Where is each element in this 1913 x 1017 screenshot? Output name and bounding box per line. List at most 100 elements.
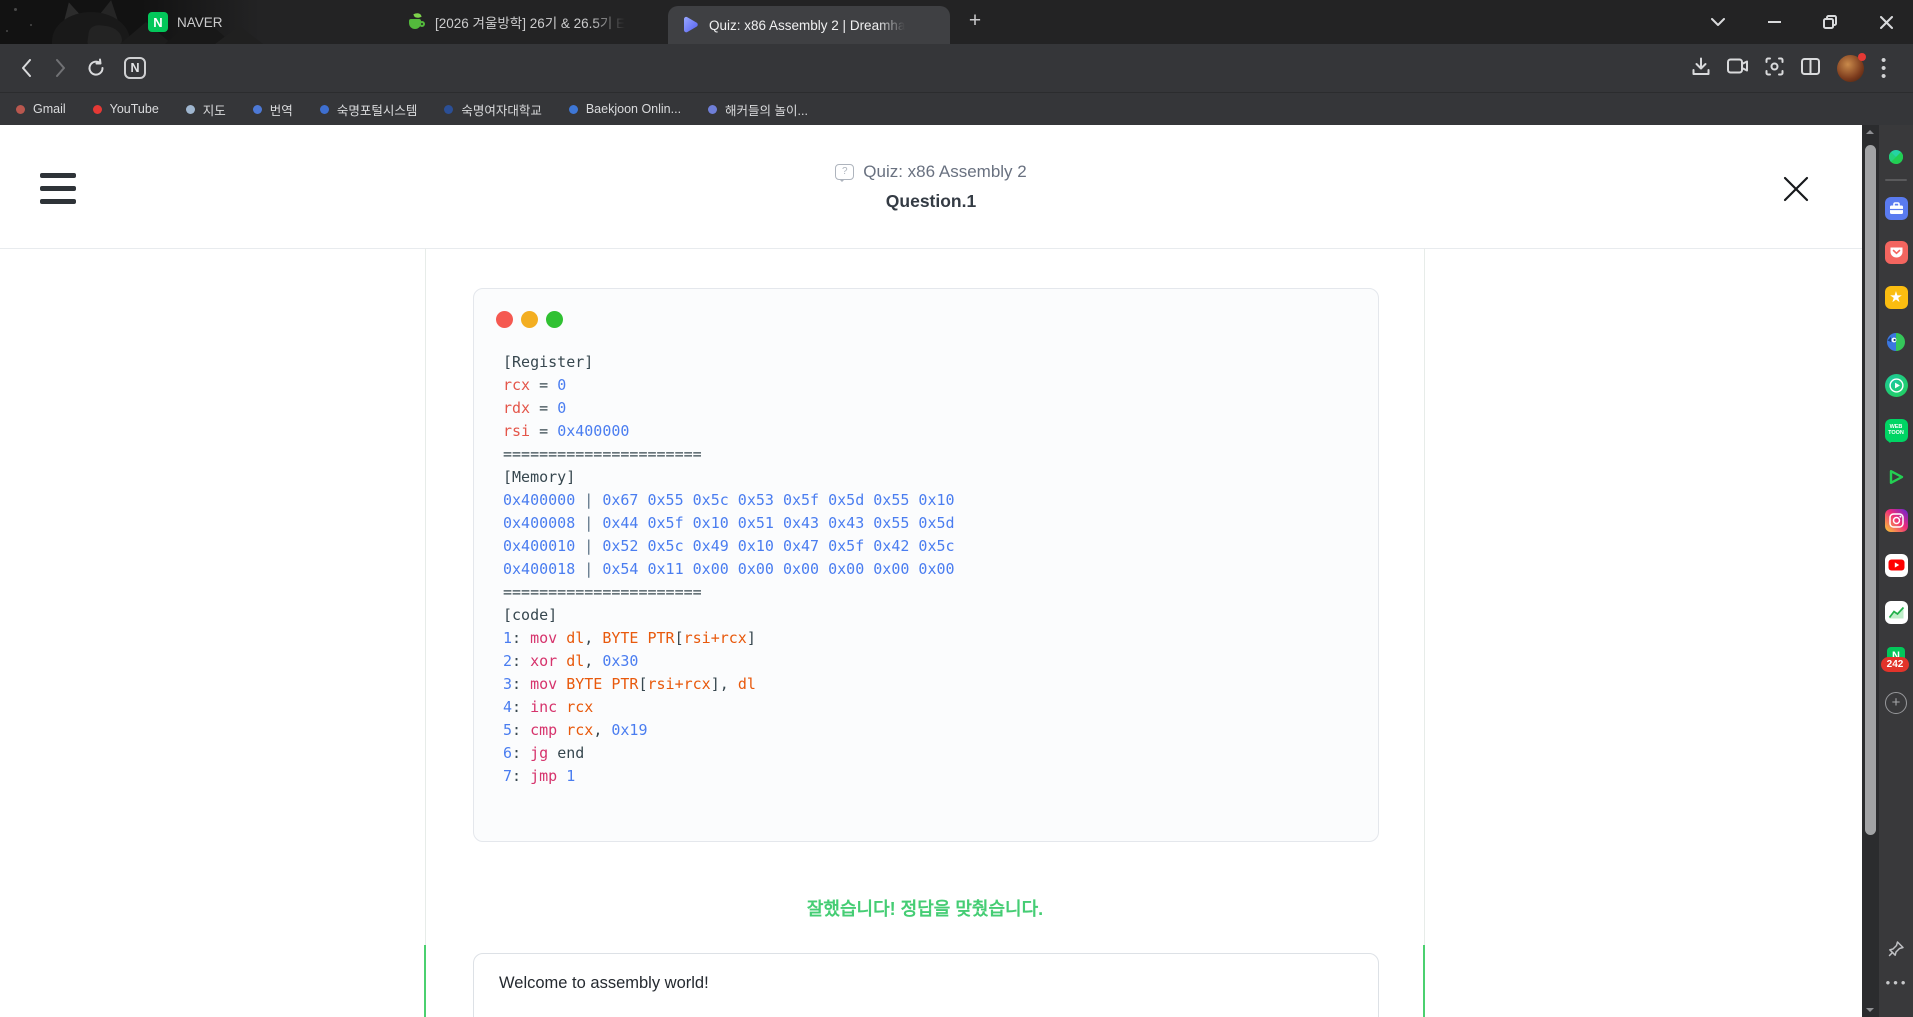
scrollbar-thumb[interactable] bbox=[1865, 145, 1876, 835]
terminal-line: 0x400008 | 0x44 0x5f 0x10 0x51 0x43 0x43… bbox=[503, 514, 955, 532]
bookmark-item[interactable]: Baekjoon Onlin... bbox=[568, 102, 681, 116]
bookmark-item[interactable]: Gmail bbox=[16, 102, 66, 116]
page-scrollbar[interactable] bbox=[1862, 125, 1879, 1017]
sidebar-stock-chart-icon[interactable] bbox=[1884, 600, 1908, 624]
terminal-line: 6: jg end bbox=[503, 744, 585, 762]
bookmark-item[interactable]: 숙명포털시스템 bbox=[319, 100, 418, 119]
tab-label: [2026 겨울방학] 26기 & 26.5기 E bbox=[435, 16, 626, 31]
quiz-title: Quiz: x86 Assembly 2 bbox=[863, 162, 1027, 181]
browser-window: N NAVER [2026 겨울방학] 26기 & 26.5기 E Quiz: … bbox=[0, 0, 1913, 1017]
terminal-line: 1: mov dl, BYTE PTR[rsi+rcx] bbox=[503, 629, 756, 647]
terminal-line: 0x400018 | 0x54 0x11 0x00 0x00 0x00 0x00… bbox=[503, 560, 955, 578]
tab-winter-camp[interactable]: [2026 겨울방학] 26기 & 26.5기 E bbox=[408, 0, 658, 44]
bookmark-label: 해커들의 놀이... bbox=[725, 103, 808, 118]
scroll-down-arrow[interactable] bbox=[1866, 1008, 1874, 1012]
sidebar-pin-icon[interactable] bbox=[1884, 937, 1908, 961]
sidebar-naver-tv-icon[interactable] bbox=[1884, 373, 1908, 397]
terminal-line: 0x400000 | 0x67 0x55 0x5c 0x53 0x5f 0x5d… bbox=[503, 491, 955, 509]
answer-card[interactable]: Welcome to assembly world! bbox=[473, 953, 1379, 1017]
terminal-line: 3: mov BYTE PTR[rsi+rcx], dl bbox=[503, 675, 756, 693]
sidebar-add-button[interactable]: + bbox=[1884, 691, 1908, 715]
code-terminal: [Register] rcx = 0 rdx = 0 rsi = 0x400000 ==… bbox=[473, 288, 1379, 842]
bookmark-label: 지도 bbox=[202, 103, 226, 118]
bookmark-label: Gmail bbox=[33, 102, 66, 116]
terminal-line: rdx = 0 bbox=[503, 399, 567, 417]
bookmark-label: YouTube bbox=[109, 102, 159, 116]
terminal-line: rsi = 0x400000 bbox=[503, 422, 630, 440]
terminal-line: ====================== bbox=[503, 445, 702, 463]
terminal-line: [Register] bbox=[503, 353, 594, 371]
quiz-close-button[interactable] bbox=[1782, 175, 1810, 203]
browser-menu-icon[interactable]: • • • bbox=[1881, 53, 1886, 84]
bookmark-favicon bbox=[185, 104, 195, 114]
bookmark-label: 번역 bbox=[269, 103, 293, 118]
success-border-left bbox=[424, 945, 426, 1017]
sidebar-home-ring-icon[interactable] bbox=[1884, 145, 1908, 169]
sidebar-divider bbox=[1885, 179, 1907, 181]
terminal-line: [code] bbox=[503, 606, 558, 624]
bookmark-item[interactable]: 지도 bbox=[185, 100, 226, 119]
window-close-button[interactable] bbox=[1868, 7, 1904, 37]
bookmark-favicon bbox=[92, 104, 102, 114]
split-view-icon[interactable] bbox=[1801, 57, 1820, 80]
naver-favicon: N bbox=[148, 12, 168, 32]
sidebar-papago-icon[interactable] bbox=[1884, 330, 1908, 354]
terminal-line: 5: cmp rcx, 0x19 bbox=[503, 721, 648, 739]
bookmark-favicon bbox=[16, 104, 25, 114]
bookmark-item[interactable]: 해커들의 놀이... bbox=[708, 100, 808, 119]
video-popup-icon[interactable] bbox=[1727, 58, 1748, 79]
terminal-traffic-lights bbox=[496, 311, 563, 328]
terminal-line: rcx = 0 bbox=[503, 376, 567, 394]
browser-toolbar: N learn.dreamhack.io Quiz: x86 Assembly … bbox=[0, 44, 1913, 130]
window-restore-button[interactable] bbox=[1812, 7, 1848, 37]
quiz-bubble-icon: ? bbox=[835, 164, 855, 182]
terminal-green-dot bbox=[546, 311, 563, 328]
scroll-up-arrow[interactable] bbox=[1866, 130, 1874, 134]
naver-extension-icon[interactable]: N bbox=[122, 55, 148, 81]
sidebar-youtube-icon[interactable] bbox=[1884, 553, 1908, 577]
bookmark-favicon bbox=[444, 104, 454, 114]
back-button[interactable] bbox=[13, 55, 39, 81]
success-message: 잘했습니다! 정답을 맞췄습니다. bbox=[806, 899, 1044, 919]
terminal-line: 7: jmp 1 bbox=[503, 767, 576, 785]
terminal-line: 0x400010 | 0x52 0x5c 0x49 0x10 0x47 0x5f… bbox=[503, 537, 955, 555]
dreamhack-favicon bbox=[684, 16, 698, 33]
tab-naver[interactable]: N NAVER bbox=[148, 0, 223, 44]
quiz-title-row: ? Quiz: x86 Assembly 2 bbox=[835, 162, 1027, 182]
terminal-yellow-dot bbox=[521, 311, 538, 328]
sidebar-toolbox-icon[interactable] bbox=[1884, 196, 1908, 220]
cup-favicon bbox=[408, 12, 426, 31]
reload-button[interactable] bbox=[83, 55, 109, 81]
forward-button[interactable] bbox=[47, 55, 73, 81]
dreamhack-quiz-page: ? Quiz: x86 Assembly 2 Question.1 [Regis… bbox=[0, 125, 1862, 1017]
sidebar-pocket-icon[interactable] bbox=[1884, 240, 1908, 264]
whale-sidebar: ★ WEB TOON N 242 + • • • bbox=[1879, 125, 1913, 1017]
tab-label: Quiz: x86 Assembly 2 | Dreamha bbox=[709, 17, 906, 33]
sidebar-naver-app-icon[interactable]: N 242 bbox=[1881, 647, 1909, 672]
bookmark-label: 숙명포털시스템 bbox=[336, 103, 418, 118]
profile-avatar[interactable] bbox=[1837, 53, 1866, 82]
bookmark-item[interactable]: YouTube bbox=[92, 102, 159, 116]
sidebar-webtoon-icon[interactable]: WEB TOON bbox=[1884, 418, 1908, 443]
terminal-line: 2: xor dl, 0x30 bbox=[503, 652, 639, 670]
sidebar-more-icon[interactable]: • • • bbox=[1884, 970, 1908, 994]
terminal-line: 4: inc rcx bbox=[503, 698, 594, 716]
terminal-line: ====================== bbox=[503, 583, 702, 601]
tab-search-chevron-icon[interactable] bbox=[1700, 7, 1736, 37]
terminal-code: [Register] rcx = 0 rdx = 0 rsi = 0x400000 ==… bbox=[503, 351, 955, 788]
bookmark-item[interactable]: 숙명여자대학교 bbox=[444, 100, 542, 119]
downloads-icon[interactable] bbox=[1692, 57, 1710, 81]
sidebar-bookmarks-star-icon[interactable]: ★ bbox=[1884, 285, 1908, 309]
bookmark-favicon bbox=[568, 104, 578, 114]
bookmark-item[interactable]: 번역 bbox=[252, 100, 293, 119]
sidebar-series-play-icon[interactable] bbox=[1884, 465, 1908, 489]
bookmarks-bar: Gmail YouTube 지도 번역 숙명포털시스템 숙명여자대학교 Baekjoon O… bbox=[0, 92, 1913, 125]
bookmark-label: 숙명여자대학교 bbox=[461, 103, 542, 118]
sidebar-instagram-icon[interactable] bbox=[1884, 508, 1908, 532]
capture-icon[interactable] bbox=[1765, 57, 1784, 81]
new-tab-button[interactable]: + bbox=[962, 9, 988, 35]
success-border-right bbox=[1423, 945, 1425, 1017]
answer-text: Welcome to assembly world! bbox=[499, 974, 709, 992]
window-minimize-button[interactable] bbox=[1756, 7, 1792, 37]
tab-dreamhack-quiz-active[interactable]: Quiz: x86 Assembly 2 | Dreamha bbox=[668, 6, 950, 44]
